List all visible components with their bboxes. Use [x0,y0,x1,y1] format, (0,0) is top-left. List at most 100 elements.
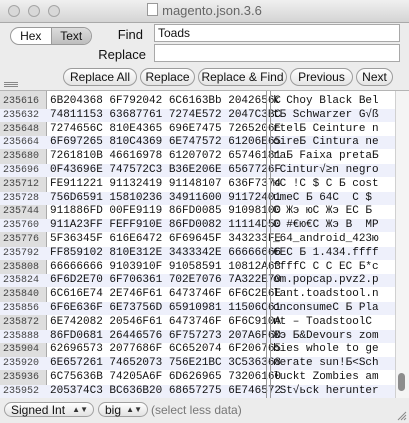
selection-status: (select less data) [151,403,242,417]
row-text[interactable]: St√ьck herunter [273,385,379,398]
row-hex-bytes[interactable]: 6F6D2E70 6F706361 702E7076 7A322E70 [50,274,281,287]
row-hex-bytes[interactable]: 66666666 9103910F 91058591 10812A63 [50,261,281,274]
row-text[interactable]: k Choy Black Bel [273,95,379,108]
hex-text-toggle[interactable]: Hex Text [10,27,92,45]
row-text[interactable]: luckt Zombies am [273,371,379,384]
table-row[interactable]: 235920 6E657261 74652073 756E21ВС 3С53636… [0,357,409,371]
row-hex-bytes[interactable]: 6B204368 6F792042 6C6163Bb 2042656C [50,95,281,108]
row-text[interactable]: С Жэ юС Жэ ЕС Б [273,205,379,218]
table-row[interactable]: 235712 FE911221 91132419 91148107 636F737… [0,178,409,191]
row-offset: 235952 [3,385,40,397]
window-title: magento.json.3.6 [0,3,409,18]
row-offset: 235808 [3,261,40,273]
row-text[interactable]: С #€ю€С Жэ В MP [273,219,379,232]
row-hex-bytes[interactable]: 5F36345F 616E6472 6F69645F 343233FE [50,233,281,246]
row-hex-bytes[interactable]: 756D6591 15810236 34911600 91172401 [50,192,281,205]
row-text[interactable]: lant.toadstool.n [273,288,379,301]
table-row[interactable]: 235648 7274656C 810E4365 696E7475 7265206… [0,123,409,136]
row-hex-bytes[interactable]: 0F43696E 747572C3 B36E206E 6567726F [50,164,281,177]
resize-grip-icon[interactable] [397,411,407,421]
table-row[interactable]: 235808 66666666 9103910F 91058591 10812A6… [0,261,409,274]
table-row[interactable]: 235744 911886FD 00FE9119 86FD0085 9109810… [0,205,409,218]
line-number-header-icon [0,81,22,89]
title-bar: magento.json.3.6 [0,0,409,23]
document-icon [147,3,159,16]
table-row[interactable]: 235632 74811153 63687761 7274E572 2047C3B… [0,108,409,122]
table-row[interactable]: 235936 6C75636B 74205A6F 6D626965 7320616… [0,371,409,384]
row-text[interactable]: om.popcap.pvz2.p [273,274,379,287]
row-offset: 235936 [3,372,40,383]
row-hex-bytes[interactable]: FE911221 91132419 91148107 636F7374 [50,178,281,191]
table-row[interactable]: 235664 6F697265 810C4369 6E747572 61206E6… [0,136,409,150]
row-offset: 235840 [3,289,40,301]
number-type-select[interactable]: Signed Int ▲▼ [4,402,94,417]
previous-button[interactable]: Previous [290,68,353,86]
endian-select[interactable]: big ▲▼ [98,402,148,417]
row-text[interactable]: oireБ Cintura ne [273,136,379,149]
find-input[interactable]: Toads [154,24,400,42]
replace-and-find-button[interactable]: Replace & Find [198,68,287,86]
replace-all-button[interactable]: Replace All [63,68,137,86]
table-row[interactable]: 235616 6B204368 6F792042 6C6163Bb 2042656… [0,95,409,108]
replace-button[interactable]: Replace [140,68,195,86]
table-row[interactable]: 235696 0F43696E 747572C3 B36E206E 6567726… [0,164,409,177]
table-row[interactable]: 235904 62696573 2077686F 6C652074 6F20676… [0,343,409,356]
table-row[interactable]: 235792 FF859102 810E312E 3433342E 6666666… [0,246,409,260]
window-title-text: magento.json.3.6 [162,3,262,18]
hex-mode-button[interactable]: Hex [11,28,51,44]
row-hex-bytes[interactable]: 6E742082 20546F61 6473746F 6F6C910A [50,316,281,329]
row-text[interactable]: _64_android_423ю [273,233,379,246]
row-hex-bytes[interactable]: FF859102 810E312E 3433342E 66666666 [50,247,281,260]
row-text[interactable]: €ЕС Б 1.434.ffff [273,247,379,260]
table-row[interactable]: 235728 756D6591 15810236 34911600 9117240… [0,191,409,205]
table-row[interactable]: 235952 205374C3 BC636B20 68657275 6E74657… [0,384,409,398]
column-divider [270,91,271,398]
row-hex-bytes[interactable]: 7274656C 810E4365 696E7475 7265206E [50,123,281,136]
vertical-scrollbar[interactable] [395,91,409,398]
row-hex-bytes[interactable]: 6C75636B 74205A6F 6D626965 73206160 [50,371,281,384]
row-text[interactable]: rtelБ Ceinture n [273,123,379,136]
row-text[interactable]: nt – ToadstoolС [273,316,379,329]
row-text[interactable]: Жэ Б&Devours zom [273,330,379,343]
next-button[interactable]: Next [356,68,393,86]
row-text[interactable]: юС !С $ С Б cost [273,178,379,191]
number-type-value: Signed Int [11,403,66,417]
row-hex-bytes[interactable]: 74811153 63687761 7274E572 2047C3BC [50,109,281,122]
table-row[interactable]: 235840 6C616E74 2E746F61 6473746F 6F6C2E6… [0,288,409,301]
row-hex-bytes[interactable]: 911A23FF FEFF910E 86FD0082 11114D50 [50,219,281,232]
row-offset: 235760 [3,220,40,232]
row-hex-bytes[interactable]: 911886FD 00FE9119 86FD0085 91098100 [50,205,281,218]
table-row[interactable]: 235760 911A23FF FEFF910E 86FD0082 11114D5… [0,219,409,233]
row-hex-bytes[interactable]: 7261810B 46616978 61207072 65746181 [50,150,281,163]
table-row[interactable]: 235856 6F6E636F 6E73756D 65910981 11506C6… [0,302,409,315]
row-hex-bytes[interactable]: 205374C3 BC636B20 68657275 6E746572 [50,385,281,398]
status-bar: Signed Int ▲▼ big ▲▼ (select less data) [0,398,409,423]
row-text[interactable]: umeС Б 64С С $ [273,192,372,205]
row-hex-bytes[interactable]: 62696573 2077686F 6C652074 6F206765 [50,343,281,356]
table-row[interactable]: 235776 5F36345F 616E6472 6F69645F 343233F… [0,233,409,246]
scrollbar-thumb[interactable] [398,373,405,391]
row-offset: 235824 [3,275,40,287]
replace-input[interactable] [154,44,400,62]
table-row[interactable]: 235824 6F6D2E70 6F706361 702E7076 7A322E7… [0,274,409,288]
row-hex-bytes[interactable]: 6F6E636F 6E73756D 65910981 11506C61 [50,302,281,315]
table-row[interactable]: 235872 6E742082 20546F61 6473746F 6F6C910… [0,316,409,329]
row-text[interactable]: raБ Faixa pretaБ [273,150,379,163]
row-text[interactable]: tБ Schwarzer G√ß [273,109,379,122]
row-text[interactable]: onconsumeС Б Pla [273,302,379,315]
column-divider [266,91,267,398]
row-text[interactable]: Cintur√≥n negro [273,164,379,177]
row-text[interactable]: nerate sun!Б<Sch [273,357,379,370]
row-hex-bytes[interactable]: 6F697265 810C4369 6E747572 61206E65 [50,136,281,149]
chevron-updown-icon: ▲▼ [126,405,142,414]
row-offset: 235712 [3,178,40,190]
row-text[interactable]: bies whole to ge [273,343,379,356]
row-hex-bytes[interactable]: 6E657261 74652073 756E21ВС 3С536368 [50,357,281,370]
row-text[interactable]: ffffС С С ЕС Б*c [273,261,379,274]
table-row[interactable]: 235888 86FD0681 26446576 6F757273 207A6F6… [0,329,409,343]
hex-view[interactable]: 235616 6B204368 6F792042 6C6163Bb 2042656… [0,90,409,399]
row-hex-bytes[interactable]: 6C616E74 2E746F61 6473746F 6F6C2E6E [50,288,281,301]
row-hex-bytes[interactable]: 86FD0681 26446576 6F757273 207A6F6D [50,330,281,343]
table-row[interactable]: 235680 7261810B 46616978 61207072 6574618… [0,150,409,163]
row-offset: 235680 [3,151,40,163]
